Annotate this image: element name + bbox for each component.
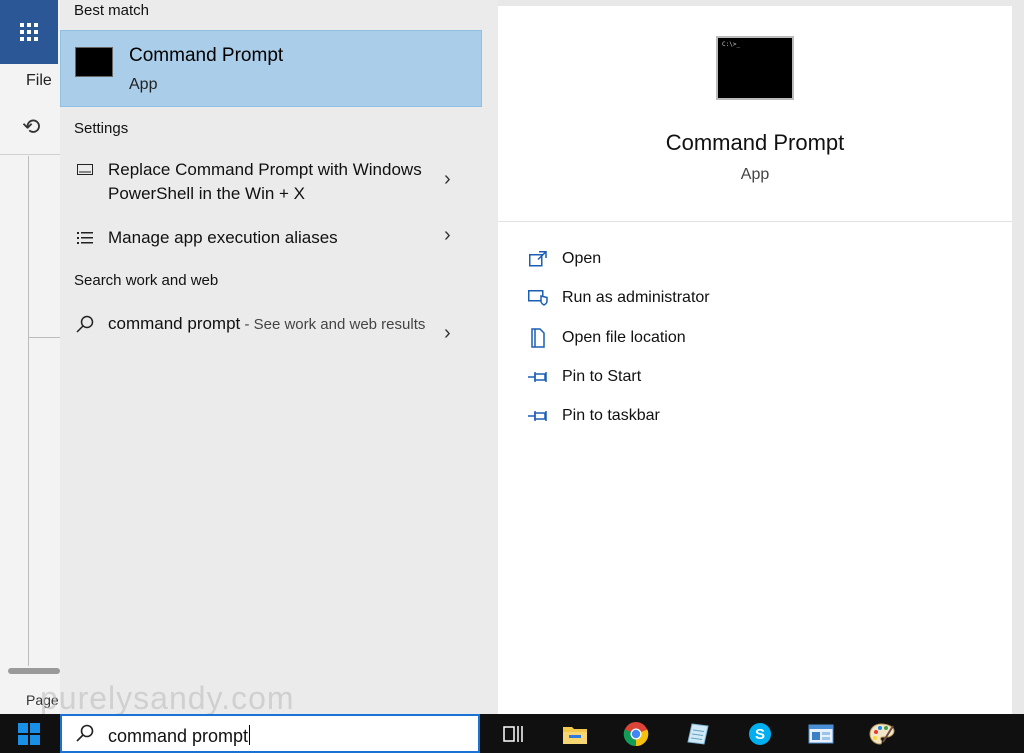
chrome-icon[interactable]	[622, 720, 650, 748]
taskbar-search-box[interactable]: command prompt	[60, 714, 480, 753]
watermark: purelysandy.com	[40, 680, 295, 716]
action-label: Pin to taskbar	[562, 407, 660, 424]
search-flyout: Best match Command Prompt App Settings R…	[60, 0, 1024, 714]
detail-title: Command Prompt	[665, 130, 845, 155]
app-grid-icon	[20, 23, 38, 41]
action-label: Open file location	[562, 329, 686, 346]
settings-item-replace-powershell[interactable]: Replace Command Prompt with Windows Powe…	[60, 158, 482, 214]
search-input[interactable]: command prompt	[108, 725, 251, 747]
command-prompt-icon	[75, 47, 113, 77]
shield-icon	[526, 287, 550, 309]
web-search-header: Search work and web	[74, 272, 219, 289]
detail-subtitle: App	[740, 166, 770, 183]
horizontal-scrollbar[interactable]	[8, 668, 60, 674]
chevron-right-icon: ›	[444, 322, 451, 344]
document-margin-line	[28, 156, 29, 666]
app-detail-pane: C:\>_ Command Prompt App Open Run as adm…	[498, 6, 1012, 714]
pin-icon	[526, 366, 550, 388]
file-location-icon	[526, 327, 550, 349]
best-match-header: Best match	[74, 2, 150, 19]
settings-item-label: Manage app execution aliases	[108, 228, 338, 247]
pin-icon	[526, 405, 550, 427]
list-icon	[74, 228, 96, 248]
search-icon	[76, 724, 94, 747]
text-caret	[249, 725, 251, 745]
file-explorer-icon[interactable]	[561, 720, 589, 748]
notepad-icon[interactable]	[684, 720, 712, 748]
skype-icon[interactable]: S	[746, 720, 774, 748]
action-label: Run as administrator	[562, 289, 710, 306]
undo-icon[interactable]: ⟲	[22, 114, 40, 140]
action-label: Open	[562, 250, 602, 267]
file-menu[interactable]: File	[26, 72, 52, 90]
command-prompt-large-icon: C:\>_	[716, 36, 794, 100]
taskbar: command prompt S	[0, 714, 1024, 753]
chevron-right-icon: ›	[444, 224, 451, 246]
open-icon	[526, 248, 550, 270]
results-pane: Best match Command Prompt App Settings R…	[60, 0, 498, 714]
web-search-result[interactable]: command prompt - See work and web result…	[60, 312, 482, 364]
search-icon	[74, 314, 96, 334]
settings-header: Settings	[74, 120, 129, 137]
windows-logo-icon	[18, 722, 40, 745]
control-panel-icon[interactable]	[807, 720, 835, 748]
app-launcher-button[interactable]	[0, 0, 58, 64]
chevron-right-icon: ›	[444, 168, 451, 190]
start-button[interactable]	[0, 714, 58, 753]
settings-item-label: Replace Command Prompt with Windows Powe…	[108, 160, 422, 203]
task-view-icon[interactable]	[500, 720, 528, 748]
action-label: Pin to Start	[562, 368, 642, 385]
toolbar-divider	[0, 154, 60, 155]
detail-divider	[498, 221, 1012, 222]
settings-item-app-aliases[interactable]: Manage app execution aliases ›	[60, 224, 482, 254]
best-match-title: Command Prompt	[129, 45, 284, 66]
web-result-label: command prompt - See work and web result…	[108, 314, 426, 333]
paint-icon[interactable]	[868, 720, 896, 748]
svg-text:S: S	[755, 726, 765, 743]
monitor-icon	[74, 160, 96, 180]
best-match-item[interactable]: Command Prompt App	[60, 30, 482, 107]
best-match-subtitle: App	[129, 76, 158, 93]
background-app-window: File ⟲ Page	[0, 0, 60, 714]
document-guide-line	[28, 337, 60, 338]
